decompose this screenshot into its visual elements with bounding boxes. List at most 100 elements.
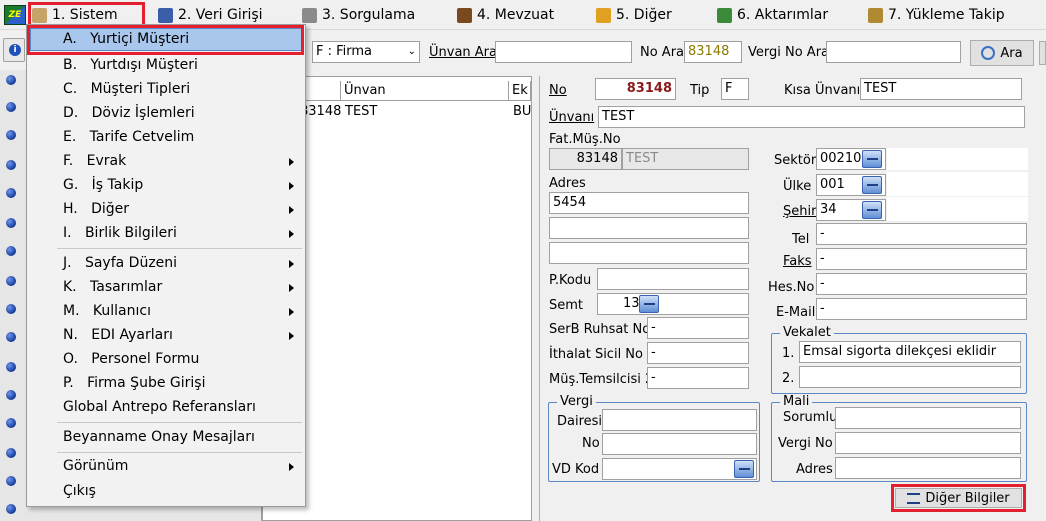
nav-bullet-icon[interactable]	[6, 504, 16, 514]
menu-item-doviz-islemleri[interactable]: D. Döviz İşlemleri	[28, 102, 304, 125]
tel-field[interactable]: -	[816, 223, 1027, 245]
email-field[interactable]: -	[816, 298, 1027, 320]
info-icon: i	[9, 44, 21, 56]
menu-item-global-antrepo[interactable]: Global Antrepo Referansları	[28, 396, 304, 419]
search-icon	[981, 46, 996, 60]
vergi-dairesi-field[interactable]	[602, 409, 757, 431]
menu-yukleme-takip[interactable]: 7. Yükleme Takip	[868, 4, 1005, 26]
menu-item-musteri-tipleri[interactable]: C. Müşteri Tipleri	[28, 78, 304, 101]
menu-item-kullanici[interactable]: M. Kullanıcı	[28, 300, 304, 323]
no-search-input[interactable]: 83148	[684, 41, 742, 63]
semt-field[interactable]: 13	[597, 293, 749, 315]
fatmus-label: Fat.Müş.No	[549, 132, 621, 147]
nav-bullet-icon[interactable]	[6, 362, 16, 372]
table-row-ek[interactable]: BU	[511, 102, 531, 122]
menu-diger[interactable]: 5. Diğer	[596, 4, 672, 26]
faks-field[interactable]: -	[816, 248, 1027, 270]
menu-item-beyanname-onay[interactable]: Beyanname Onay Mesajları	[28, 426, 304, 449]
chevron-down-icon: ⌄	[407, 46, 416, 57]
nav-bullet-icon[interactable]	[6, 102, 16, 112]
submenu-arrow-icon	[289, 332, 294, 340]
toolbar-overflow-button[interactable]	[1039, 41, 1046, 65]
menu-item-evrak[interactable]: F. Evrak	[28, 150, 304, 173]
menu-item-tasarimlar[interactable]: K. Tasarımlar	[28, 276, 304, 299]
adres-line2-field[interactable]	[549, 217, 749, 239]
vdkod-picker-icon[interactable]	[734, 460, 754, 478]
nav-bullet-icon[interactable]	[6, 418, 16, 428]
menu-item-yurtdisi-musteri[interactable]: B. Yurtdışı Müşteri	[28, 54, 304, 77]
menu-item-sayfa-duzeni[interactable]: J. Sayfa Düzeni	[28, 252, 304, 275]
menu-item-yurtici-musteri[interactable]: A. Yurtiçi Müşteri	[28, 28, 304, 51]
menu-item-tarife-cetvelim[interactable]: E. Tarife Cetvelim	[28, 126, 304, 149]
sektor-picker-icon[interactable]	[862, 150, 882, 168]
nav-bullet-icon[interactable]	[6, 332, 16, 342]
nav-bullet-icon[interactable]	[6, 390, 16, 400]
type-select[interactable]: F : Firma ⌄	[312, 41, 420, 63]
nav-bullet-icon[interactable]	[6, 160, 16, 170]
serb-field[interactable]: -	[647, 317, 749, 339]
sorumlu-field[interactable]	[835, 407, 1021, 429]
menu-item-firma-sube-girisi[interactable]: P. Firma Şube Girişi	[28, 372, 304, 395]
app-logo-icon: ZE	[4, 5, 26, 25]
submenu-arrow-icon	[289, 206, 294, 214]
semt-picker-icon[interactable]	[639, 295, 659, 313]
unvan-field[interactable]: TEST	[598, 106, 1025, 128]
tip-field[interactable]: F	[721, 78, 749, 100]
pkodu-field[interactable]	[597, 268, 749, 290]
ulke-picker-icon[interactable]	[862, 176, 882, 194]
menu-veri-girisi[interactable]: 2. Veri Girişi	[158, 4, 263, 26]
tip-label: Tip	[690, 83, 710, 98]
menu-item-cikis[interactable]: Çıkış	[28, 480, 304, 503]
grid-header-ek[interactable]: Ek	[509, 81, 531, 101]
list-icon	[907, 492, 921, 504]
nav-bullet-icon[interactable]	[6, 448, 16, 458]
menu-item-edi-ayarlari[interactable]: N. EDI Ayarları	[28, 324, 304, 347]
menu-aktarimlar[interactable]: 6. Aktarımlar	[717, 4, 828, 26]
adres-line3-field[interactable]	[549, 242, 749, 264]
submenu-arrow-icon	[289, 308, 294, 316]
menu-item-gorunum[interactable]: Görünüm	[28, 455, 304, 478]
info-button[interactable]: i	[3, 38, 25, 62]
sistem-dropdown-menu: A. Yurtiçi Müşteri B. Yurtdışı Müşteri C…	[26, 24, 306, 507]
ithalat-field[interactable]: -	[647, 342, 749, 364]
adres-line1-field[interactable]: 5454	[549, 192, 749, 214]
mali-vergi-no-field[interactable]	[835, 432, 1021, 454]
aktarimlar-icon	[717, 7, 732, 23]
menu-item-personel-formu[interactable]: O. Personel Formu	[28, 348, 304, 371]
kisa-unvan-field[interactable]: TEST	[860, 78, 1022, 100]
no-field[interactable]: 83148	[595, 78, 676, 100]
nav-bullet-icon[interactable]	[6, 476, 16, 486]
menu-sistem[interactable]: 1. Sistem	[32, 4, 118, 26]
vekalet-1-field[interactable]: Emsal sigorta dilekçesi eklidir	[799, 341, 1021, 363]
unvan-search-input[interactable]	[495, 41, 632, 63]
nav-bullet-icon[interactable]	[6, 188, 16, 198]
diger-bilgiler-button[interactable]: Diğer Bilgiler	[895, 488, 1022, 508]
mali-adres-field[interactable]	[835, 457, 1021, 479]
menu-item-birlik-bilgileri[interactable]: I. Birlik Bilgileri	[28, 222, 304, 245]
sehir-label: Şehir	[783, 204, 817, 219]
nav-bullet-icon[interactable]	[6, 218, 16, 228]
vergi-no-field[interactable]	[602, 433, 757, 455]
grid-header-unvan[interactable]: Ünvan	[341, 81, 509, 101]
mus-temsilcisi-field[interactable]: -	[647, 367, 749, 389]
no-label: No	[549, 83, 567, 98]
table-row-unvan[interactable]: TEST	[343, 102, 507, 122]
nav-bullet-icon[interactable]	[6, 276, 16, 286]
menu-item-diger[interactable]: H. Diğer	[28, 198, 304, 221]
nav-bullet-icon[interactable]	[6, 246, 16, 256]
hesno-field[interactable]: -	[816, 273, 1027, 295]
search-button[interactable]: Ara	[970, 40, 1034, 66]
vergi-search-input[interactable]	[826, 41, 961, 63]
nav-bullet-icon[interactable]	[6, 75, 16, 85]
fatmus-no-field[interactable]: 83148	[549, 148, 622, 170]
nav-bullet-icon[interactable]	[6, 130, 16, 140]
diger-icon	[596, 7, 611, 23]
menu-item-is-takip[interactable]: G. İş Takip	[28, 174, 304, 197]
menu-sorgulama[interactable]: 3. Sorgulama	[302, 4, 415, 26]
nav-bullet-icon[interactable]	[6, 304, 16, 314]
sehir-picker-icon[interactable]	[862, 201, 882, 219]
vekalet-2-field[interactable]	[799, 366, 1021, 388]
ulke-name-field	[887, 172, 1028, 196]
menu-mevzuat[interactable]: 4. Mevzuat	[457, 4, 554, 26]
kisa-unvan-label: Kısa Ünvanı	[784, 83, 861, 98]
